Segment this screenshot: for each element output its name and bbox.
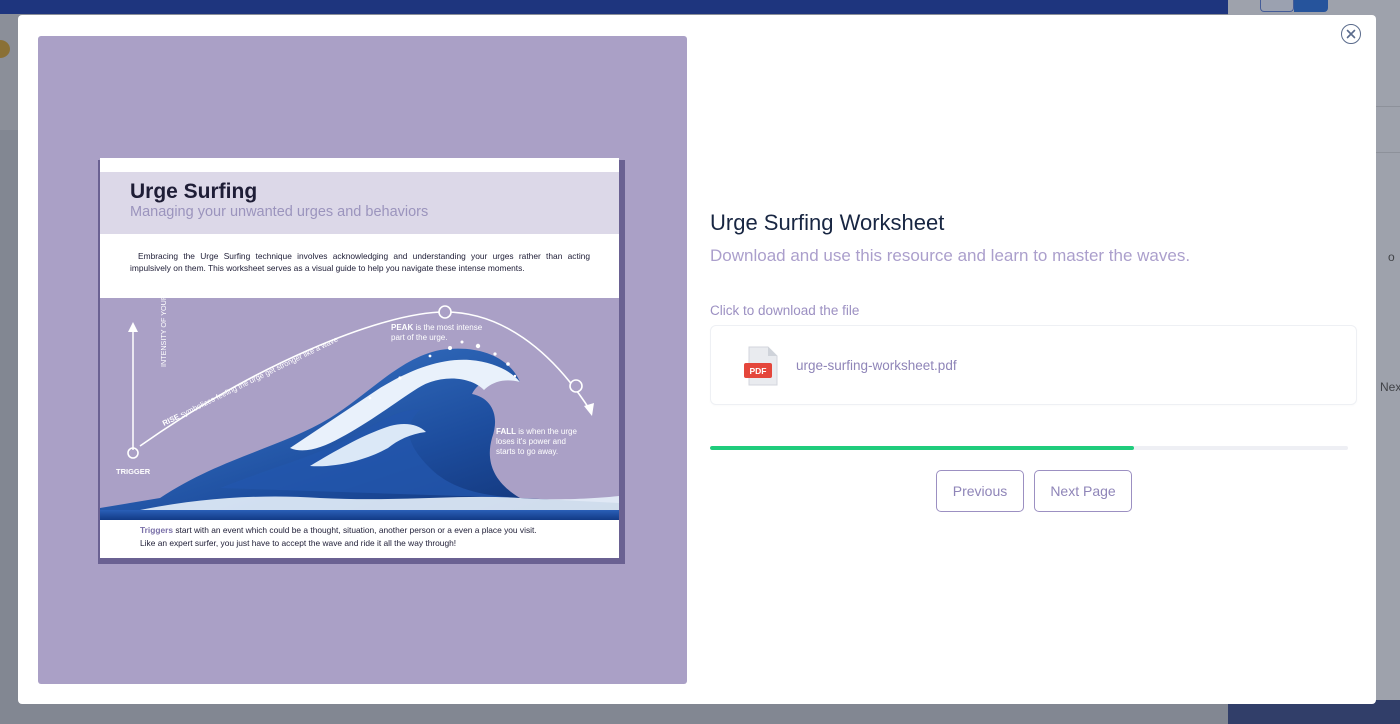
peak-marker	[438, 305, 452, 319]
close-button[interactable]	[1341, 24, 1361, 44]
fall-caption-line2: loses it's power and	[496, 437, 566, 446]
progress-bar	[710, 446, 1348, 450]
fall-marker	[569, 379, 583, 393]
resource-subtitle: Download and use this resource and learn…	[710, 246, 1191, 265]
download-label: Click to download the file	[710, 303, 860, 318]
trigger-label: TRIGGER	[116, 467, 151, 476]
sea	[100, 510, 619, 520]
peak-caption-line1: is the most intense	[413, 323, 482, 332]
worksheet-preview: Urge Surfing Managing your unwanted urge…	[38, 36, 687, 684]
close-icon	[1346, 29, 1356, 39]
previous-button[interactable]: Previous	[936, 470, 1024, 512]
peak-caption-line2: part of the urge.	[391, 333, 447, 342]
fall-caption-bold: FALL	[496, 427, 516, 436]
next-page-button[interactable]: Next Page	[1034, 470, 1132, 512]
footer-triggers-word: Triggers	[140, 525, 174, 535]
worksheet-title: Urge Surfing	[130, 180, 258, 203]
fall-caption-line1: is when the urge	[516, 427, 577, 436]
footer-line-1-text: start with an event which could be a tho…	[173, 525, 537, 535]
worksheet-footer: Triggers start with an event which could…	[140, 524, 580, 549]
download-file-card[interactable]: PDF urge-surfing-worksheet.pdf	[710, 325, 1357, 405]
pdf-file-icon: PDF	[744, 346, 778, 386]
fall-caption: FALL is when the urge	[496, 427, 577, 436]
fall-caption-line3: starts to go away.	[496, 447, 558, 456]
wave-illustration: INTENSITY OF YOUR URGE TRIGGER RISE symb…	[100, 298, 619, 520]
footer-line-1: Triggers start with an event which could…	[140, 524, 580, 537]
axis-label: INTENSITY OF YOUR URGE	[159, 298, 168, 367]
resource-modal: Urge Surfing Managing your unwanted urge…	[18, 15, 1376, 704]
resource-title: Urge Surfing Worksheet	[710, 210, 945, 235]
peak-caption-bold: PEAK	[391, 323, 413, 332]
progress-fill	[710, 446, 1135, 450]
file-name[interactable]: urge-surfing-worksheet.pdf	[796, 358, 957, 373]
worksheet-subtitle: Managing your unwanted urges and behavio…	[130, 204, 429, 220]
peak-caption: PEAK is the most intense	[391, 323, 483, 332]
worksheet-page: Urge Surfing Managing your unwanted urge…	[100, 158, 619, 558]
footer-line-2: Like an expert surfer, you just have to …	[140, 537, 457, 548]
worksheet-intro: Embracing the Urge Surfing technique inv…	[130, 251, 590, 273]
pdf-badge-text: PDF	[750, 366, 767, 376]
